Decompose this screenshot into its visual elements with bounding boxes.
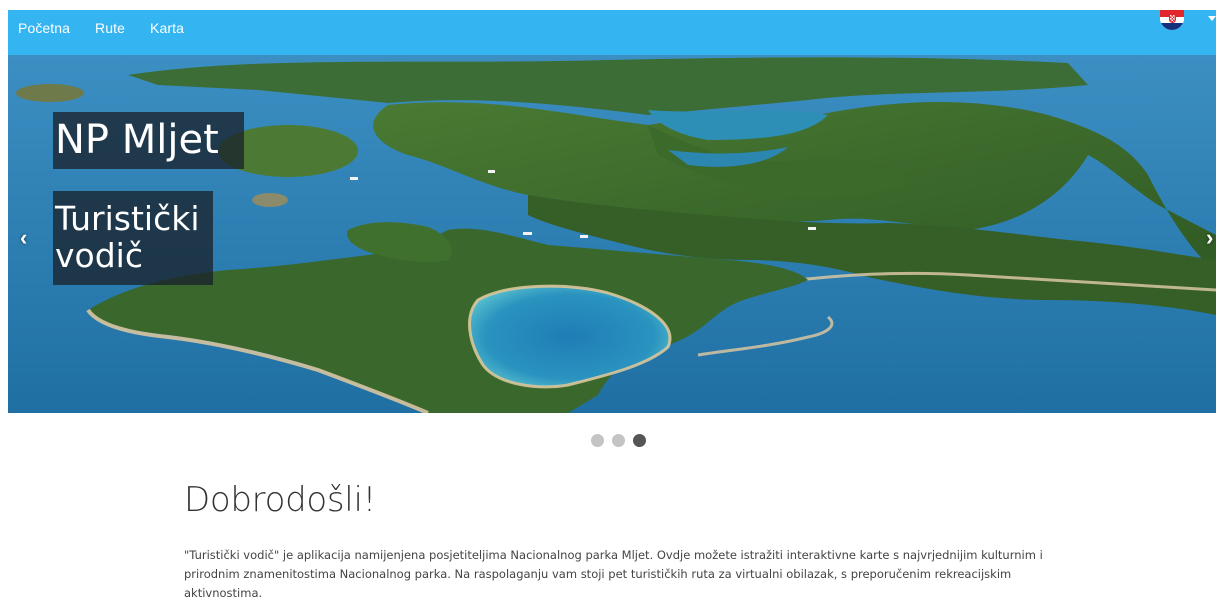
- hero-carousel: NP Mljet Turistički vodič ‹ ›: [8, 55, 1216, 413]
- carousel-indicator-1[interactable]: [591, 434, 604, 447]
- carousel-subtitle-line2: vodič: [55, 236, 143, 275]
- language-dropdown-caret-icon[interactable]: [1208, 16, 1216, 21]
- carousel-subtitle: Turistički vodič: [53, 191, 213, 285]
- carousel-indicator-2[interactable]: [612, 434, 625, 447]
- nav-link-pocetna[interactable]: Početna: [18, 20, 70, 36]
- carousel-title: NP Mljet: [53, 112, 244, 169]
- welcome-heading: Dobrodošli!: [184, 480, 376, 520]
- top-navbar: Početna Rute Karta: [8, 10, 1216, 55]
- carousel-indicator-3[interactable]: [633, 434, 646, 447]
- carousel-prev-icon[interactable]: ‹: [20, 227, 27, 249]
- intro-paragraph: "Turistički vodič" je aplikacija namijen…: [184, 548, 1043, 600]
- page: Početna Rute Karta NP Mljet Turistički v…: [8, 10, 1216, 600]
- carousel-next-icon[interactable]: ›: [1206, 227, 1213, 249]
- nav-link-rute[interactable]: Rute: [95, 20, 125, 36]
- croatia-flag-icon[interactable]: [1160, 10, 1184, 30]
- nav-link-karta[interactable]: Karta: [150, 20, 184, 36]
- carousel-subtitle-line1: Turistički: [55, 199, 200, 238]
